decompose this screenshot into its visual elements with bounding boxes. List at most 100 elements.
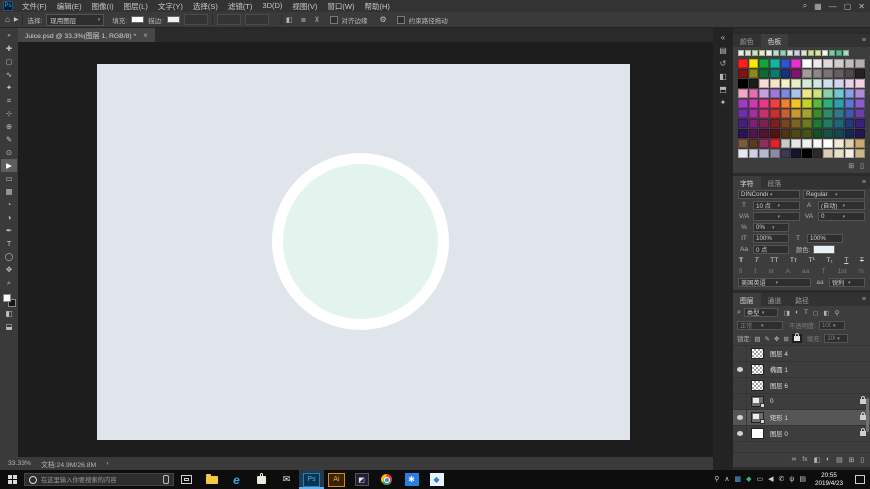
color-swatch[interactable] (823, 119, 833, 128)
color-swatch[interactable] (791, 79, 801, 88)
layer-visibility-toggle[interactable] (733, 346, 747, 361)
move-tool[interactable]: ✚ (1, 42, 17, 55)
text-style-button-8[interactable]: T (860, 257, 864, 264)
color-swatch[interactable] (834, 59, 844, 68)
blur-tool[interactable]: ◔ (1, 198, 17, 211)
layer-thumbnail[interactable] (751, 348, 764, 359)
text-color-swatch[interactable] (813, 245, 835, 254)
constrain-path-checkbox[interactable] (397, 16, 405, 24)
color-swatch[interactable] (802, 109, 812, 118)
path-op-icon-1[interactable]: ◧ (286, 16, 293, 24)
home-icon[interactable]: ⌂ (5, 15, 10, 24)
layer-thumbnail[interactable] (751, 364, 764, 375)
zoom-tool[interactable]: ⌕ (1, 276, 17, 289)
stroke-width-field[interactable] (184, 14, 208, 25)
color-swatch[interactable] (834, 139, 844, 148)
color-swatch[interactable] (791, 129, 801, 138)
tab-layers[interactable]: 图层 (733, 293, 761, 306)
maximize-button[interactable]: ▢ (844, 2, 852, 11)
text-style-button-6[interactable]: T₁ (826, 257, 832, 264)
new-layer-icon[interactable]: ⊞ (849, 456, 855, 464)
color-swatch[interactable] (738, 69, 748, 78)
color-swatch[interactable] (770, 119, 780, 128)
menu-item[interactable]: 滤镜(T) (223, 1, 258, 12)
collapsed-panel-icon-1[interactable]: ▤ (719, 46, 727, 55)
color-swatch[interactable] (802, 139, 812, 148)
color-swatch[interactable] (759, 109, 769, 118)
tab-close-icon[interactable]: × (143, 31, 148, 40)
color-swatch[interactable] (813, 149, 823, 158)
layer-effects-icon[interactable]: fx (802, 456, 807, 464)
layer-group-icon[interactable]: ▤ (836, 456, 842, 464)
color-swatch[interactable] (759, 129, 769, 138)
notification-center-icon[interactable] (855, 475, 865, 484)
color-swatch[interactable] (823, 89, 833, 98)
recent-swatch[interactable] (752, 50, 758, 56)
lock-icon-1[interactable]: ▨ (754, 335, 760, 343)
color-swatch[interactable] (781, 89, 791, 98)
layer-fill-field[interactable]: 100%▾ (824, 334, 848, 343)
tab-swatches[interactable]: 色板 (761, 34, 789, 47)
tab-color[interactable]: 颜色 (733, 34, 761, 47)
path-op-icon-3[interactable]: ⊼ (314, 16, 319, 24)
minimize-button[interactable]: — (829, 2, 837, 11)
color-swatch[interactable] (781, 79, 791, 88)
taskbar-clock[interactable]: 20:55 2019/4/23 (811, 472, 847, 487)
color-swatch[interactable] (738, 99, 748, 108)
color-swatch[interactable] (834, 79, 844, 88)
layer-row[interactable]: 图层 6 (733, 378, 870, 394)
color-swatch[interactable] (749, 79, 759, 88)
font-size-select[interactable]: 10 点▾ (753, 201, 800, 210)
color-swatch[interactable] (834, 89, 844, 98)
gear-icon[interactable]: ⚙ (380, 15, 387, 24)
new-swatch-icon[interactable]: ⊞ (848, 162, 854, 170)
collapsed-panel-icon-3[interactable]: ◧ (719, 72, 727, 81)
color-swatch[interactable] (770, 109, 780, 118)
color-swatch[interactable] (845, 59, 855, 68)
color-swatch[interactable] (759, 119, 769, 128)
tray-display-icon[interactable]: ▭ (756, 476, 763, 483)
tracking-select[interactable]: 0▾ (818, 212, 865, 221)
color-swatch[interactable] (781, 109, 791, 118)
eraser-tool[interactable]: ▭ (1, 172, 17, 185)
color-swatch[interactable] (823, 109, 833, 118)
layer-filter-icon-6[interactable]: ⚲ (835, 309, 840, 317)
taskbar-store[interactable] (249, 470, 274, 489)
color-swatch[interactable] (781, 59, 791, 68)
status-chevron-icon[interactable]: › (106, 460, 108, 467)
color-swatch[interactable] (802, 59, 812, 68)
layer-filter-icon-5[interactable]: ◧ (823, 309, 829, 317)
recent-swatch[interactable] (794, 50, 800, 56)
menu-item[interactable]: 帮助(H) (360, 1, 395, 12)
panel-menu-icon[interactable]: ≡ (858, 293, 870, 306)
menu-item[interactable]: 图层(L) (119, 1, 153, 12)
color-swatch[interactable] (855, 79, 865, 88)
layer-row[interactable]: 0 (733, 394, 870, 410)
select-mode-dropdown[interactable]: 现用图层▾ (46, 14, 104, 26)
opentype-button-6[interactable]: T (821, 268, 825, 275)
link-layers-icon[interactable]: ∞ (791, 456, 796, 464)
proportional-spacing-select[interactable]: 0%▾ (753, 223, 789, 232)
color-swatch[interactable] (770, 129, 780, 138)
text-style-button-7[interactable]: T (844, 257, 848, 264)
fill-swatch[interactable] (131, 16, 144, 23)
taskbar-star-app[interactable]: ✱ (399, 470, 424, 489)
recent-swatch[interactable] (745, 50, 751, 56)
color-swatch[interactable] (845, 129, 855, 138)
align-edges-checkbox[interactable] (330, 16, 338, 24)
color-swatch[interactable] (738, 109, 748, 118)
color-swatch[interactable] (738, 89, 748, 98)
color-swatch[interactable] (845, 149, 855, 158)
panel-menu-icon[interactable]: ≡ (858, 176, 870, 189)
color-swatch[interactable] (855, 109, 865, 118)
vertical-scale-field[interactable]: 100% (753, 234, 789, 243)
layers-scrollbar[interactable] (866, 398, 869, 432)
color-swatch[interactable] (749, 59, 759, 68)
opentype-button-3[interactable]: st (768, 268, 773, 275)
text-style-button-4[interactable]: Tᴛ (790, 257, 797, 264)
stroke-swatch[interactable] (167, 16, 180, 23)
layer-filter-icon-1[interactable]: ◨ (784, 309, 790, 317)
path-selection-tool[interactable]: ▶ (1, 159, 17, 172)
color-swatch[interactable] (834, 99, 844, 108)
recent-swatch[interactable] (787, 50, 793, 56)
